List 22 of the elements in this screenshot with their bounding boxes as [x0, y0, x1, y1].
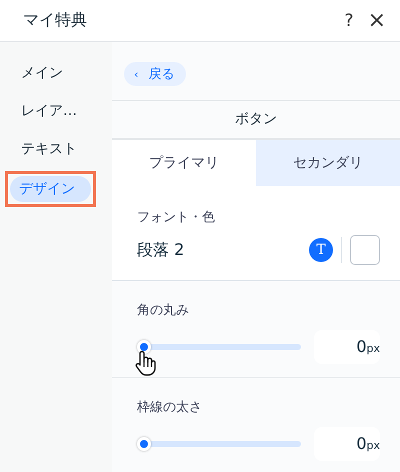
sidebar-item[interactable]: テキスト	[7, 136, 105, 162]
font-label: フォント・色	[137, 209, 216, 226]
help-button[interactable]: ?	[344, 10, 354, 32]
value-field[interactable]: 0px	[314, 427, 380, 461]
slider-track[interactable]	[137, 437, 301, 451]
sidebar-item[interactable]: レイア…	[7, 98, 105, 124]
tab[interactable]: プライマリ	[112, 140, 256, 186]
value-field[interactable]: 0px	[314, 330, 380, 364]
slider-thumb[interactable]	[137, 340, 151, 354]
text-style-button[interactable]: T	[309, 238, 333, 262]
close-button[interactable]: ×	[368, 10, 386, 32]
window-title: マイ特典	[23, 10, 87, 31]
tab[interactable]: セカンダリ	[256, 140, 400, 186]
slider-label: 枠線の太さ	[137, 399, 203, 416]
font-style-value: 段落 2	[137, 240, 184, 260]
slider-thumb[interactable]	[137, 437, 151, 451]
sidebar-item[interactable]: メイン	[7, 60, 105, 86]
back-button[interactable]: ‹ 戻る	[124, 62, 186, 86]
sidebar-item[interactable]: デザイン	[10, 176, 91, 202]
slider-label: 角の丸み	[137, 302, 190, 319]
slider-track[interactable]	[137, 340, 301, 354]
color-swatch[interactable]	[350, 235, 380, 265]
